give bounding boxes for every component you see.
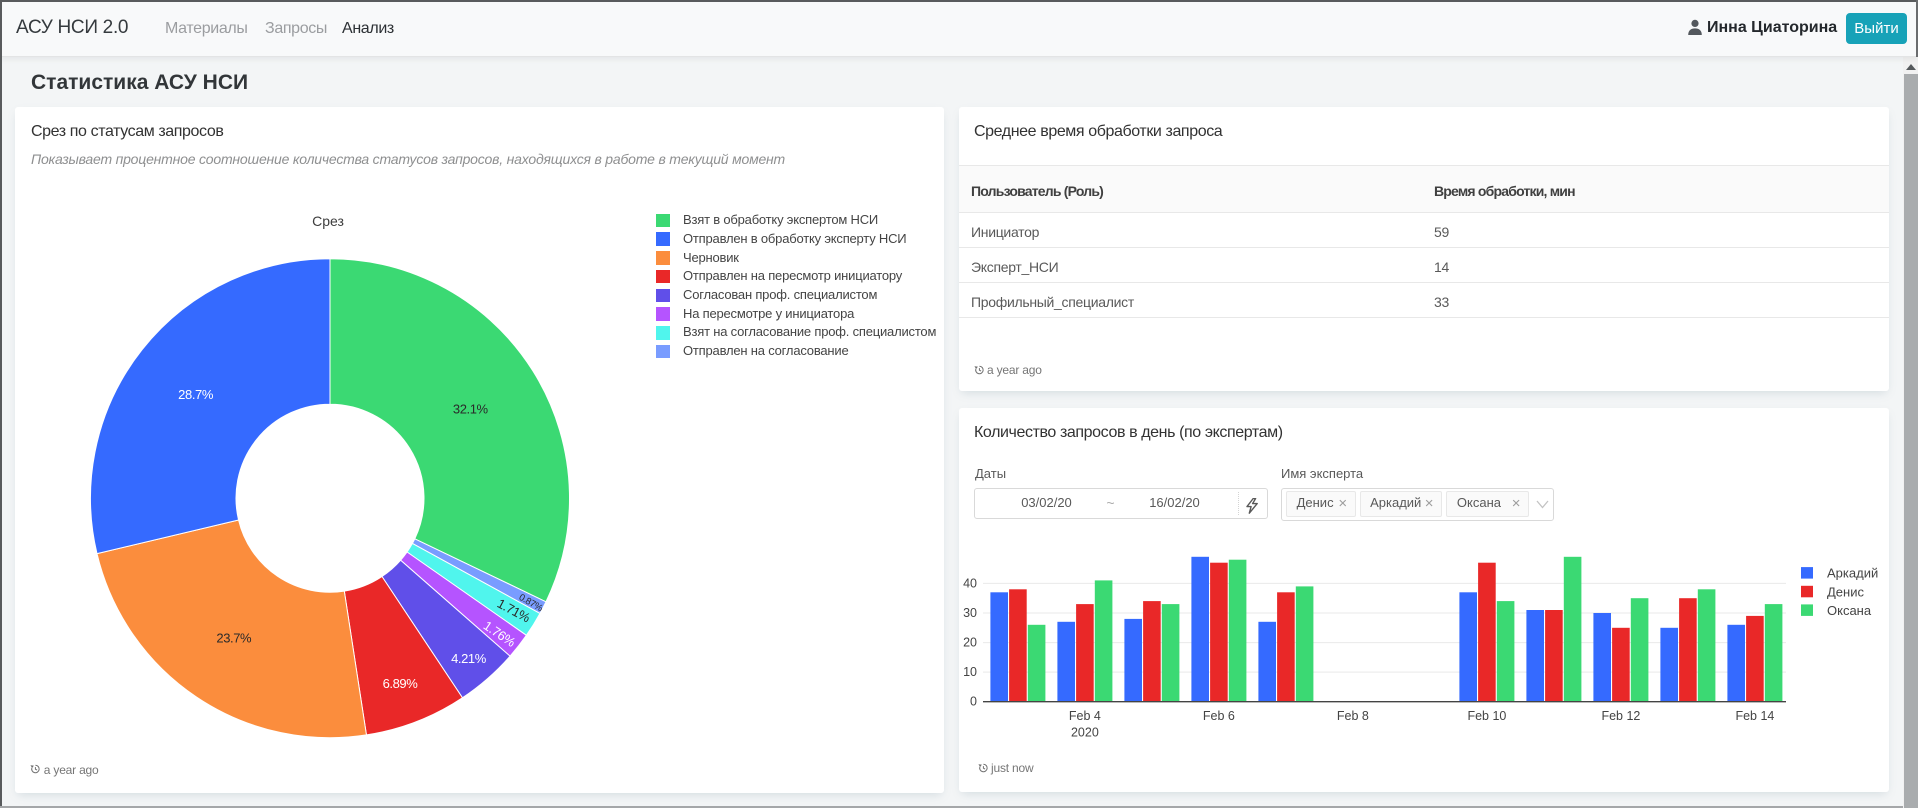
svg-text:0: 0	[970, 695, 977, 709]
svg-text:20: 20	[963, 636, 977, 650]
svg-text:Feb 14: Feb 14	[1735, 709, 1774, 723]
svg-text:10: 10	[963, 665, 977, 679]
svg-text:Аркадий: Аркадий	[1827, 566, 1878, 581]
svg-text:Feb 10: Feb 10	[1467, 709, 1506, 723]
svg-text:4.21%: 4.21%	[451, 651, 487, 666]
svg-text:32.1%: 32.1%	[453, 401, 489, 416]
svg-text:Оксана: Оксана	[1827, 603, 1872, 618]
svg-text:30: 30	[963, 606, 977, 620]
svg-text:23.7%: 23.7%	[216, 631, 252, 646]
svg-text:Денис: Денис	[1827, 584, 1864, 599]
svg-text:28.7%: 28.7%	[178, 387, 214, 402]
svg-text:Срез: Срез	[312, 213, 344, 229]
svg-text:Feb 6: Feb 6	[1203, 709, 1235, 723]
svg-text:Feb 8: Feb 8	[1337, 709, 1369, 723]
svg-text:Feb 12: Feb 12	[1601, 709, 1640, 723]
svg-text:6.89%: 6.89%	[383, 676, 419, 691]
svg-text:40: 40	[963, 576, 977, 590]
svg-text:2020: 2020	[1071, 726, 1099, 740]
svg-text:Feb 4: Feb 4	[1069, 709, 1101, 723]
